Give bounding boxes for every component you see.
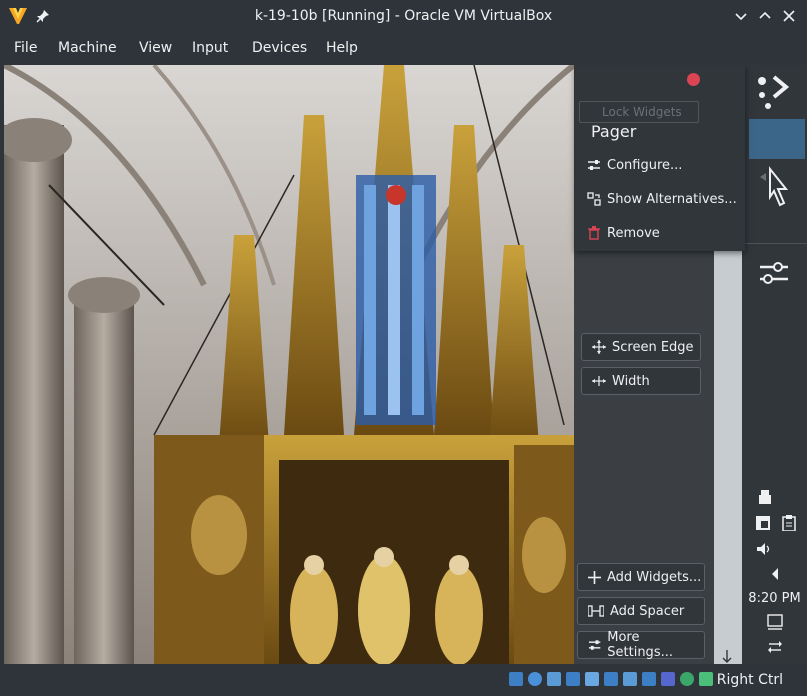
add-spacer-button[interactable]: Add Spacer [577,597,705,625]
host-key-label: Right Ctrl [716,672,783,688]
clipboard-manager-icon[interactable] [755,515,771,531]
clipboard-icon[interactable] [781,515,797,531]
display-icon[interactable] [623,672,637,686]
popup-title: Pager [591,122,637,141]
spacer-icon [588,605,604,617]
menu-machine[interactable]: Machine [58,40,117,56]
screen-edge-button[interactable]: Screen Edge [581,333,701,361]
desktop-wallpaper [4,65,574,664]
clock[interactable]: 8:20 PM [742,591,807,606]
usb-drive-icon[interactable] [759,490,771,504]
shared-folders-icon[interactable] [604,672,618,686]
add-widgets-button[interactable]: Add Widgets... [577,563,705,591]
configure-label: Configure... [607,157,683,173]
alternatives-icon [587,192,601,206]
audio-icon[interactable] [547,672,561,686]
menu-help[interactable]: Help [326,40,358,56]
width-label: Width [612,373,650,389]
screen-edge-label: Screen Edge [612,339,694,355]
pager-widget[interactable] [749,119,805,159]
panel-handle-icon[interactable] [767,639,783,655]
resize-icon [592,376,606,386]
optical-drive-icon[interactable] [528,672,542,686]
trash-icon [588,226,600,240]
ruler-arrow-icon [722,650,732,663]
menu-view[interactable]: View [139,40,172,56]
move-icon [592,340,606,354]
menu-input[interactable]: Input [192,40,228,56]
configure-icon [588,160,600,170]
cpu-icon[interactable] [661,672,675,686]
volume-icon[interactable] [756,541,772,557]
menu-bar: File Machine View Input Devices Help [0,33,807,65]
remove-label: Remove [607,225,660,241]
right-panel: 8:20 PM [742,65,807,664]
remove-menu-item[interactable]: Remove [587,222,660,244]
maximize-icon[interactable] [757,8,773,24]
application-launcher-icon[interactable] [754,71,790,111]
minimize-icon[interactable] [733,8,749,24]
configure-menu-item[interactable]: Configure... [587,154,682,176]
menu-file[interactable]: File [14,40,37,56]
show-desktop-icon[interactable] [767,614,783,630]
hard-disk-icon[interactable] [509,672,523,686]
usb-icon[interactable] [585,672,599,686]
mouse-cursor-icon [760,166,789,207]
width-button[interactable]: Width [581,367,701,395]
lock-widgets-button[interactable]: Lock Widgets [579,101,699,123]
vm-display[interactable]: 8:20 PM Lock Widgets Pager Configure... … [4,65,807,664]
network-icon[interactable] [566,672,580,686]
more-settings-label: More Settings... [607,630,673,660]
title-bar: k-19-10b [Running] - Oracle VM VirtualBo… [0,0,807,33]
status-bar: Right Ctrl [0,664,807,696]
add-widgets-label: Add Widgets... [607,569,702,585]
plus-icon [588,570,601,584]
widget-popup: Lock Widgets Pager Configure... Show Alt… [575,65,745,251]
window-title: k-19-10b [Running] - Oracle VM VirtualBo… [254,8,553,24]
configure-icon [588,640,601,650]
close-icon[interactable] [781,8,797,24]
menu-devices[interactable]: Devices [252,40,307,56]
mouse-integration-icon[interactable] [680,672,694,686]
show-alternatives-menu-item[interactable]: Show Alternatives... [587,188,737,210]
more-settings-button[interactable]: More Settings... [577,630,705,660]
recording-icon[interactable] [642,672,656,686]
panel-settings-icon[interactable] [756,255,792,291]
add-spacer-label: Add Spacer [610,603,685,619]
keyboard-capture-icon[interactable] [699,672,713,686]
close-icon[interactable] [687,73,700,86]
show-alternatives-label: Show Alternatives... [607,191,737,207]
expand-tray-icon[interactable] [770,568,780,580]
